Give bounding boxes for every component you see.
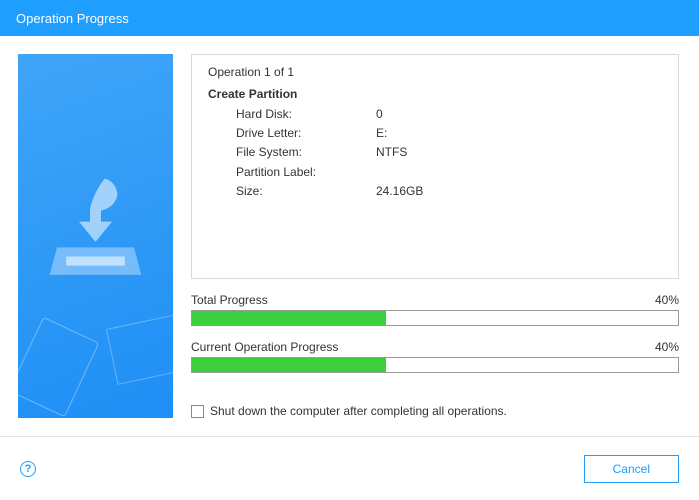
- help-icon[interactable]: ?: [20, 461, 36, 477]
- main-panel: Operation 1 of 1 Create Partition Hard D…: [173, 36, 699, 436]
- operation-counter: Operation 1 of 1: [208, 65, 662, 79]
- field-row: Partition Label:: [236, 163, 662, 182]
- current-progress-bar: [191, 357, 679, 373]
- window-title: Operation Progress: [16, 11, 129, 26]
- total-progress-label: Total Progress: [191, 293, 268, 307]
- operation-fields: Hard Disk: 0 Drive Letter: E: File Syste…: [208, 105, 662, 201]
- field-key: File System:: [236, 143, 376, 162]
- field-row: Size: 24.16GB: [236, 182, 662, 201]
- total-progress-percent: 40%: [655, 293, 679, 307]
- field-key: Hard Disk:: [236, 105, 376, 124]
- field-key: Partition Label:: [236, 163, 376, 182]
- content-area: Operation 1 of 1 Create Partition Hard D…: [0, 36, 699, 436]
- shutdown-checkbox[interactable]: [191, 405, 204, 418]
- current-progress-fill: [192, 358, 386, 372]
- total-progress-section: Total Progress 40%: [191, 293, 679, 326]
- bottom-bar: ? Cancel: [0, 436, 699, 500]
- field-value: E:: [376, 124, 387, 143]
- field-value: NTFS: [376, 143, 407, 162]
- shutdown-option[interactable]: Shut down the computer after completing …: [191, 404, 679, 418]
- sidebar-graphic-panel: [18, 54, 173, 418]
- shutdown-label: Shut down the computer after completing …: [210, 404, 507, 418]
- operation-title: Create Partition: [208, 87, 662, 101]
- operation-details-box: Operation 1 of 1 Create Partition Hard D…: [191, 54, 679, 279]
- field-key: Drive Letter:: [236, 124, 376, 143]
- total-progress-fill: [192, 311, 386, 325]
- current-progress-percent: 40%: [655, 340, 679, 354]
- field-value: 0: [376, 105, 383, 124]
- cancel-button[interactable]: Cancel: [584, 455, 679, 483]
- field-row: File System: NTFS: [236, 143, 662, 162]
- total-progress-bar: [191, 310, 679, 326]
- field-row: Drive Letter: E:: [236, 124, 662, 143]
- field-value: 24.16GB: [376, 182, 423, 201]
- current-progress-section: Current Operation Progress 40%: [191, 340, 679, 373]
- title-bar: Operation Progress: [0, 0, 699, 36]
- current-progress-label: Current Operation Progress: [191, 340, 338, 354]
- field-row: Hard Disk: 0: [236, 105, 662, 124]
- download-to-disk-icon: [48, 174, 143, 284]
- field-key: Size:: [236, 182, 376, 201]
